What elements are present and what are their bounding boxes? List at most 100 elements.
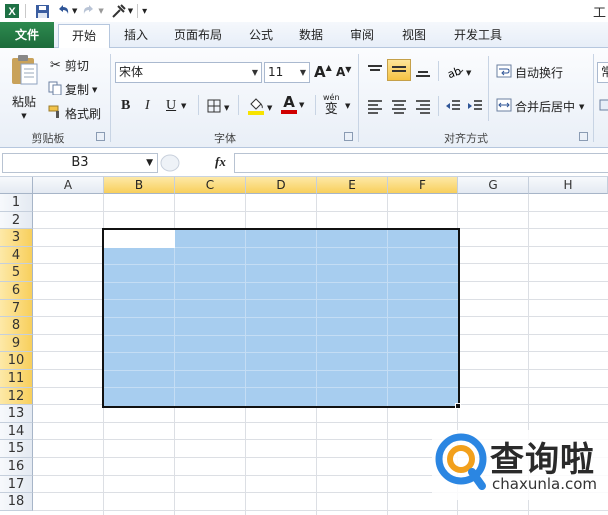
row-header-16[interactable]: 16: [0, 458, 33, 476]
tab-page-layout[interactable]: 页面布局: [168, 24, 228, 48]
row-header-11[interactable]: 11: [0, 370, 33, 388]
row-header-9[interactable]: 9: [0, 334, 33, 353]
tab-home[interactable]: 开始: [58, 24, 110, 49]
orientation-button[interactable]: ab ▼: [446, 63, 472, 82]
select-all-corner[interactable]: [0, 177, 33, 194]
tab-file[interactable]: 文件: [0, 22, 54, 48]
tab-data[interactable]: 数据: [293, 24, 329, 48]
column-header-f[interactable]: F: [388, 177, 458, 194]
row-header-6[interactable]: 6: [0, 282, 33, 300]
column-header-d[interactable]: D: [246, 177, 317, 194]
brush-icon: [48, 105, 62, 122]
name-box-dropdown-icon[interactable]: ▼: [146, 154, 153, 172]
increase-indent-button[interactable]: [466, 98, 484, 117]
align-middle-button[interactable]: [387, 59, 411, 81]
font-color-button[interactable]: A ▼: [281, 95, 304, 114]
format-painter-button[interactable]: 格式刷: [48, 105, 101, 122]
align-right-button[interactable]: [414, 98, 432, 117]
save-icon[interactable]: [33, 2, 51, 20]
orientation-icon: ab: [446, 63, 464, 82]
row-header-4[interactable]: 4: [0, 246, 33, 265]
currency-icon: [599, 98, 608, 115]
merge-center-button[interactable]: 合并后居中 ▼: [496, 98, 584, 115]
wrap-text-button[interactable]: 自动换行: [496, 64, 563, 81]
underline-button[interactable]: U: [166, 98, 176, 114]
number-format-value: 常: [601, 65, 608, 79]
row-header-15[interactable]: 15: [0, 440, 33, 458]
paste-button[interactable]: 粘贴 ▼: [6, 54, 42, 120]
tab-insert[interactable]: 插入: [118, 24, 154, 48]
fill-color-button[interactable]: ▼: [247, 96, 272, 119]
font-launcher-icon[interactable]: [344, 132, 353, 141]
phonetic-button[interactable]: wén 变: [323, 93, 340, 117]
row-header-3[interactable]: 3: [0, 229, 33, 247]
decrease-font-button[interactable]: A▼: [336, 65, 351, 79]
group-divider: [110, 54, 111, 142]
italic-button[interactable]: I: [145, 98, 150, 114]
wrap-text-label: 自动换行: [515, 66, 564, 80]
row-header-7[interactable]: 7: [0, 299, 33, 318]
column-header-c[interactable]: C: [175, 177, 246, 194]
clipboard-launcher-icon[interactable]: [96, 132, 105, 141]
row-header-5[interactable]: 5: [0, 264, 33, 282]
font-group-label: 字体: [214, 132, 236, 145]
row-header-14[interactable]: 14: [0, 422, 33, 441]
column-header-g[interactable]: G: [458, 177, 529, 194]
redo-dropdown-icon[interactable]: ▼: [98, 7, 103, 15]
customize-icon[interactable]: ▾: [142, 6, 147, 17]
font-size-combo[interactable]: 11 ▼: [264, 62, 310, 83]
column-header-a[interactable]: A: [33, 177, 104, 194]
row-header-17[interactable]: 17: [0, 475, 33, 494]
align-left-button[interactable]: [366, 98, 384, 117]
bold-button[interactable]: B: [121, 98, 130, 114]
tools-dropdown-icon[interactable]: ▼: [128, 7, 133, 15]
font-separator: [315, 95, 316, 115]
row-header-2[interactable]: 2: [0, 211, 33, 230]
undo-icon[interactable]: [54, 2, 72, 20]
row-header-18[interactable]: 18: [0, 493, 33, 511]
align-bottom-button[interactable]: [414, 63, 432, 82]
merge-center-label: 合并后居中: [515, 100, 576, 114]
copy-label: 复制: [65, 83, 90, 97]
undo-dropdown-icon[interactable]: ▼: [72, 7, 77, 15]
column-header-h[interactable]: H: [529, 177, 608, 194]
alignment-launcher-icon[interactable]: [579, 132, 588, 141]
align-center-button[interactable]: [390, 98, 408, 117]
row-header-1[interactable]: 1: [0, 194, 33, 212]
row-header-10[interactable]: 10: [0, 352, 33, 370]
phonetic-dropdown-icon[interactable]: ▼: [345, 102, 350, 110]
align-left-icon: [366, 98, 384, 117]
underline-dropdown-icon[interactable]: ▼: [181, 102, 186, 110]
paste-dropdown-icon: ▼: [21, 112, 27, 120]
borders-button[interactable]: ▼: [206, 98, 229, 117]
font-separator: [198, 95, 199, 115]
decrease-indent-button[interactable]: [444, 98, 462, 117]
fill-handle[interactable]: [455, 403, 461, 409]
tab-view[interactable]: 视图: [396, 24, 432, 48]
align-top-button[interactable]: [366, 63, 384, 82]
row-gridline: [33, 509, 608, 511]
increase-font-button[interactable]: A▲: [314, 63, 332, 81]
redo-icon[interactable]: [80, 2, 98, 20]
name-box[interactable]: B3 ▼: [2, 153, 158, 173]
tools-icon[interactable]: [110, 2, 128, 20]
row-header-13[interactable]: 13: [0, 405, 33, 423]
copy-button[interactable]: 复制 ▼: [48, 81, 97, 98]
number-format-combo[interactable]: 常: [597, 62, 608, 83]
tab-developer[interactable]: 开发工具: [447, 24, 509, 48]
decrease-indent-icon: [444, 98, 462, 117]
insert-function-button[interactable]: fx: [215, 154, 226, 170]
tab-formulas[interactable]: 公式: [243, 24, 279, 48]
column-header-b[interactable]: B: [104, 177, 175, 194]
cut-button[interactable]: ✂ 剪切: [50, 57, 89, 74]
row-gridline: [33, 210, 608, 212]
row-header-12[interactable]: 12: [0, 387, 33, 406]
currency-format-button[interactable]: [599, 98, 608, 115]
font-name-combo[interactable]: 宋体 ▼: [115, 62, 262, 83]
tab-review[interactable]: 审阅: [344, 24, 380, 48]
column-header-e[interactable]: E: [317, 177, 388, 194]
paste-icon: [9, 54, 39, 89]
quick-access-toolbar: X ▼ ▼ ▼ ▾ 工: [0, 0, 608, 22]
row-header-8[interactable]: 8: [0, 317, 33, 335]
formula-input[interactable]: [234, 153, 608, 173]
